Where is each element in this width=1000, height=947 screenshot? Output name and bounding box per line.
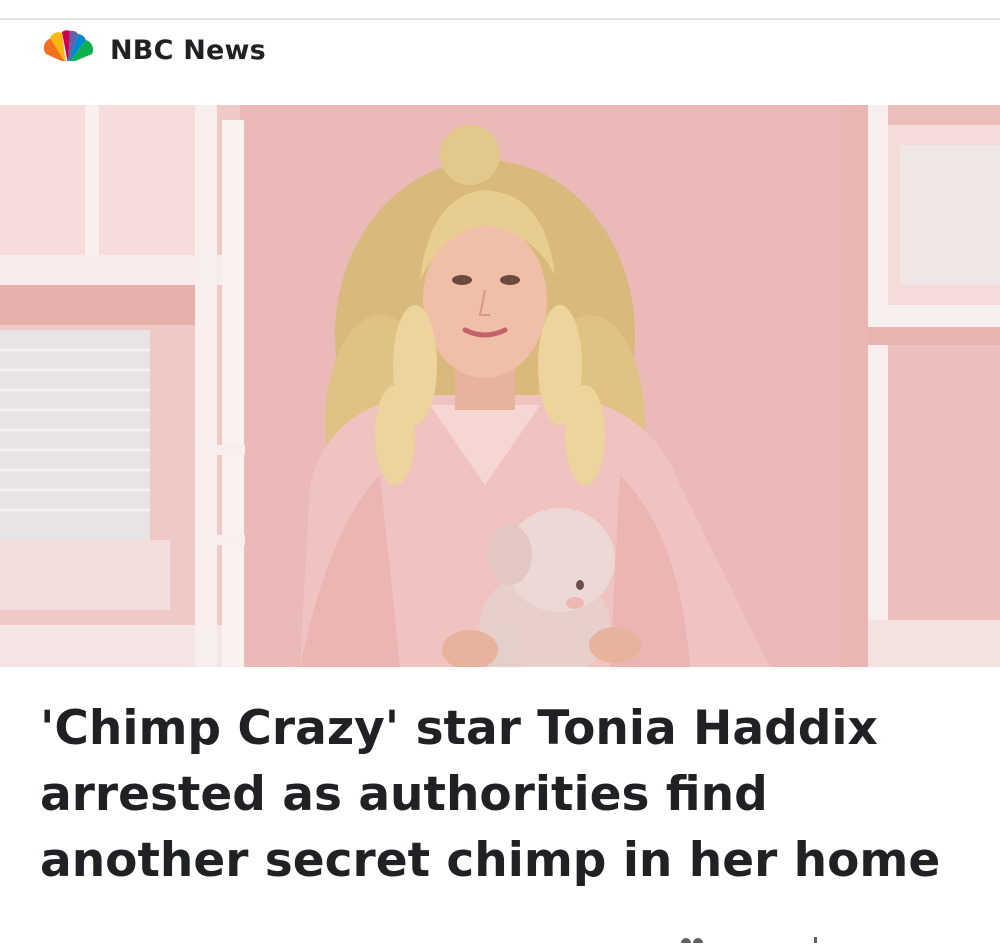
source-header[interactable]: NBC News: [40, 28, 266, 72]
hero-image[interactable]: [0, 105, 1000, 667]
partial-metadata-row: [676, 928, 836, 947]
right-bunk-bed: [868, 105, 1000, 667]
article-headline[interactable]: 'Chimp Crazy' star Tonia Haddix arrested…: [40, 696, 970, 894]
hero-photo-illustration: [0, 105, 1000, 667]
top-divider: [0, 18, 1000, 20]
left-bunk-bed: [0, 105, 245, 667]
source-name: NBC News: [110, 34, 266, 66]
nbc-peacock-icon: [43, 30, 94, 65]
